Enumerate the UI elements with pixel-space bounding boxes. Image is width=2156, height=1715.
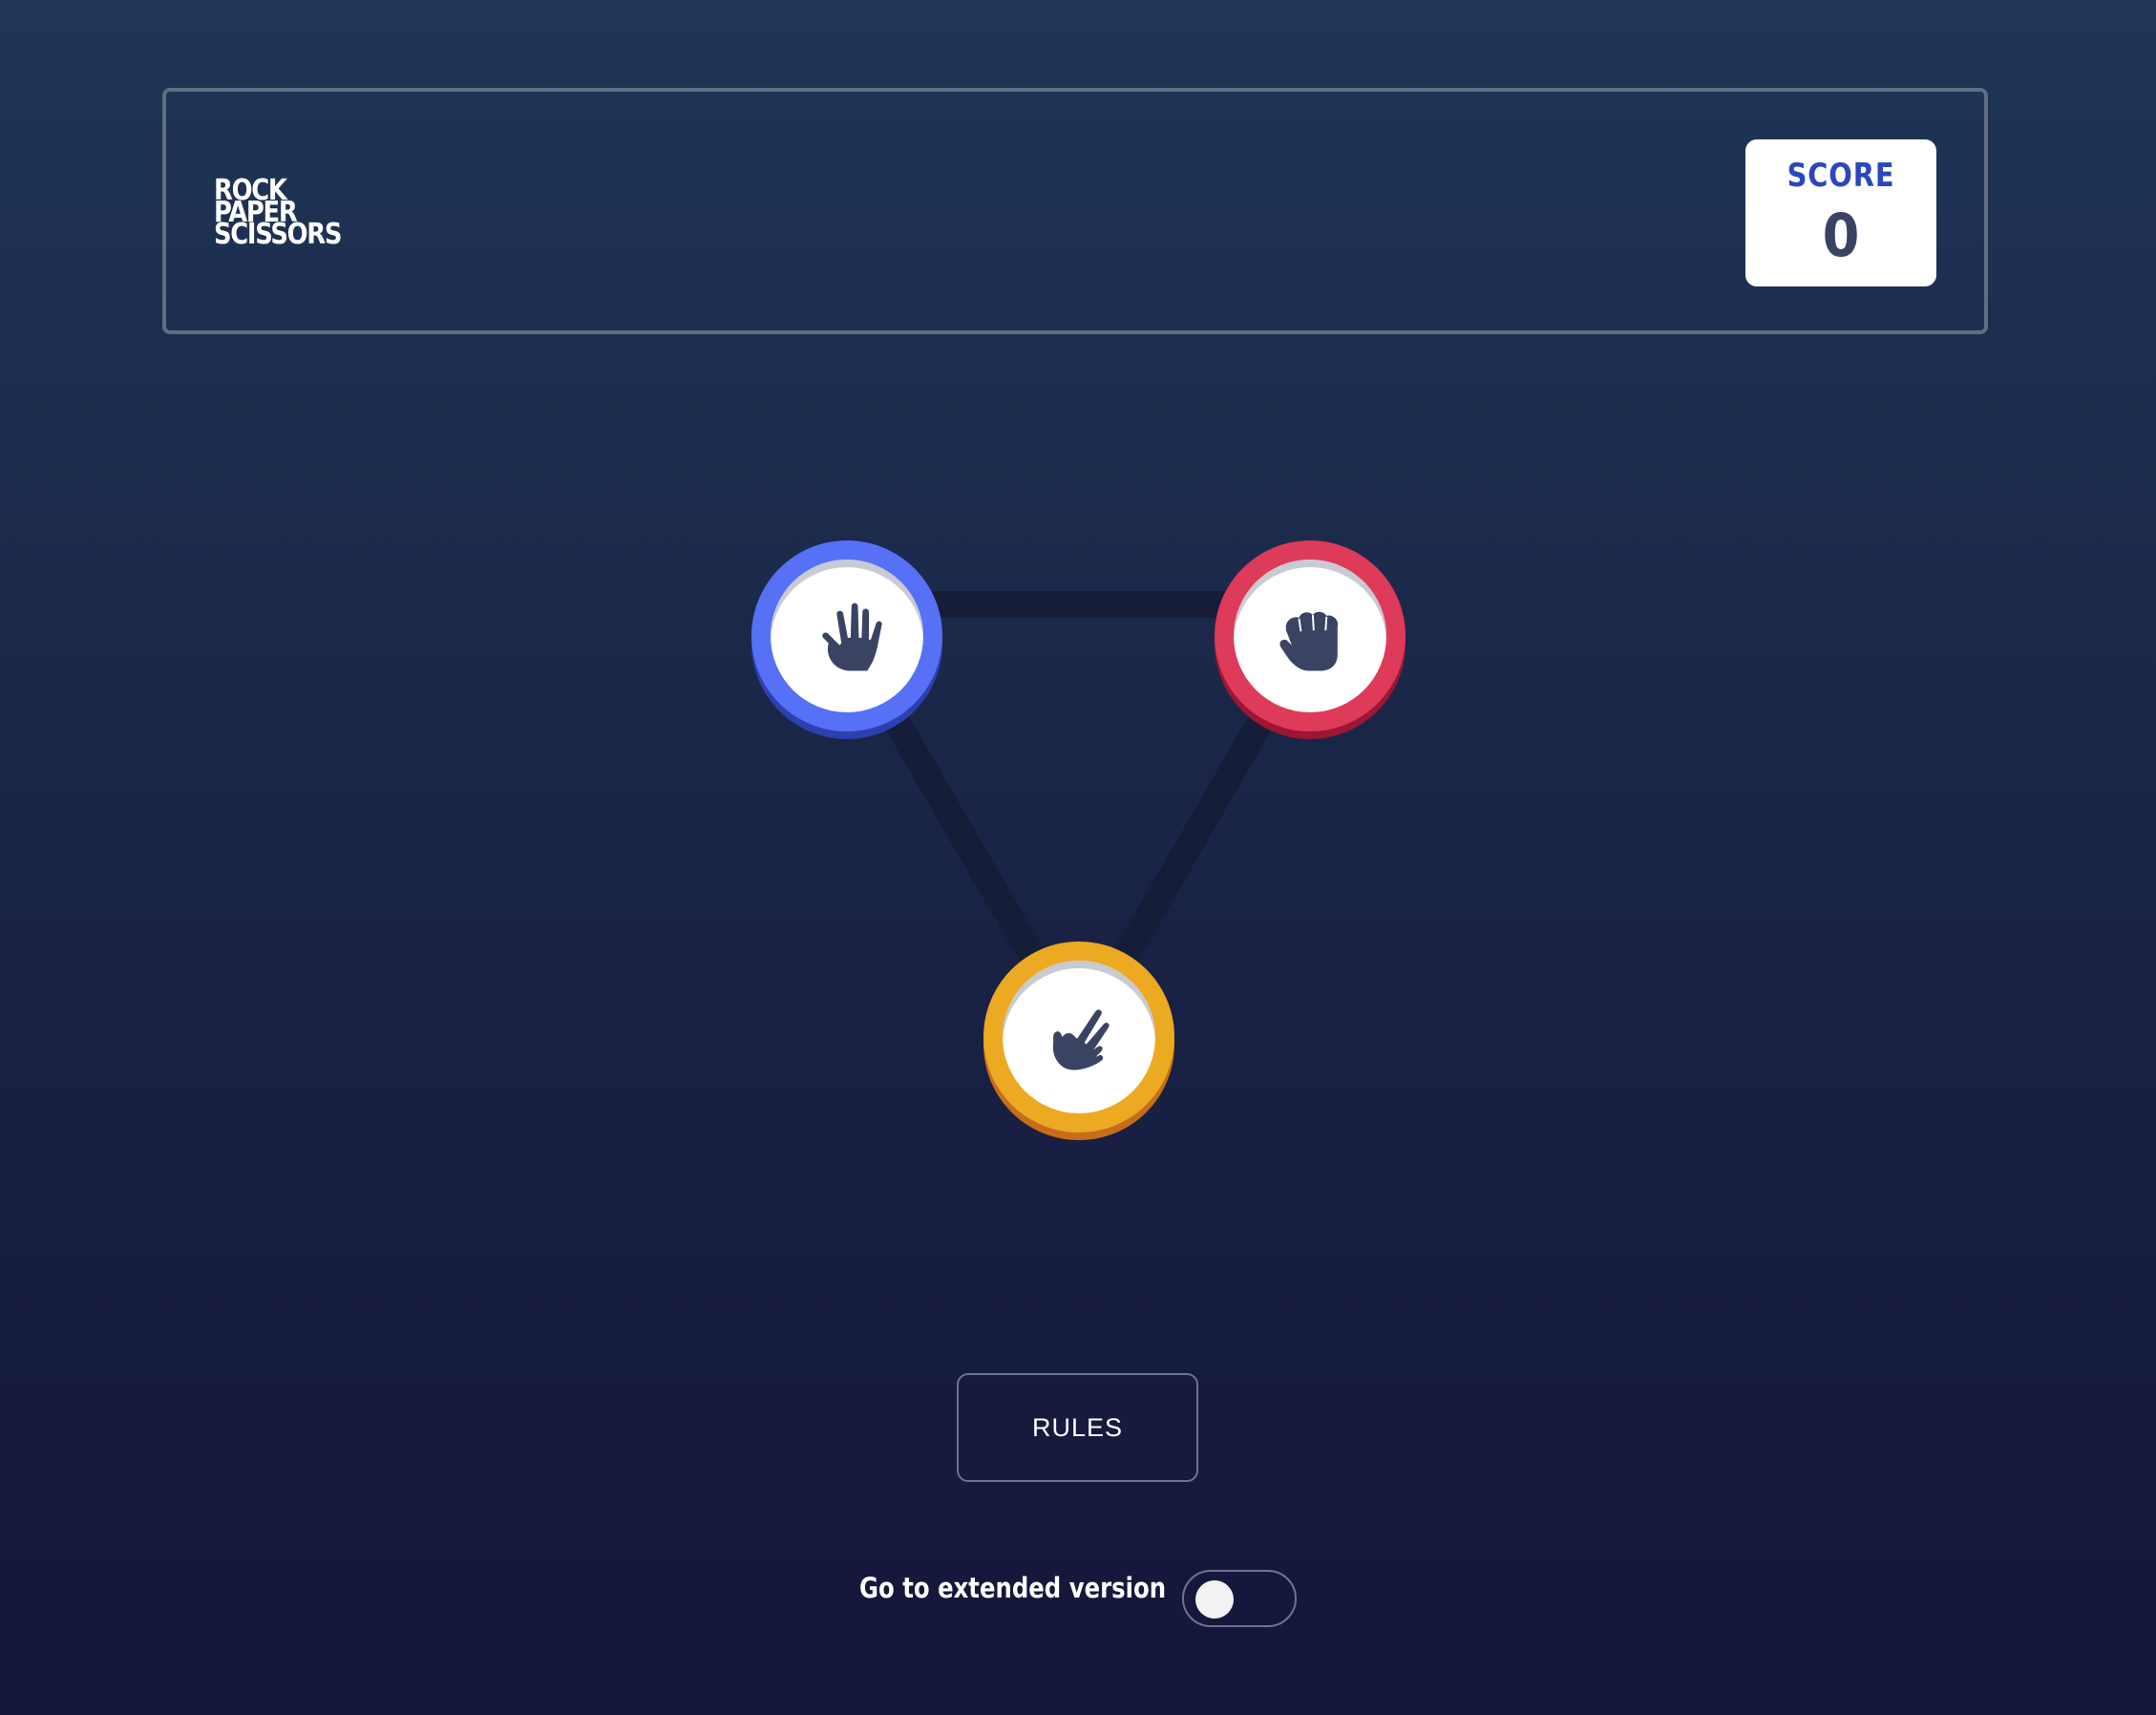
rock-token-face <box>1234 560 1386 712</box>
paper-token-face <box>771 560 923 712</box>
paper-hand-icon <box>822 603 882 671</box>
extended-version-label: Go to extended version <box>859 1572 1167 1604</box>
scissors-token-face <box>1003 961 1155 1113</box>
rock-button[interactable] <box>1215 540 1406 731</box>
scissors-button[interactable] <box>983 942 1174 1133</box>
scissors-hand-icon <box>1052 1009 1110 1070</box>
rock-fist-icon <box>1279 611 1339 671</box>
toggle-knob <box>1195 1580 1234 1619</box>
paper-button[interactable] <box>751 540 942 731</box>
extended-version-toggle[interactable] <box>1182 1570 1297 1627</box>
rules-button[interactable]: RULES <box>957 1373 1198 1482</box>
